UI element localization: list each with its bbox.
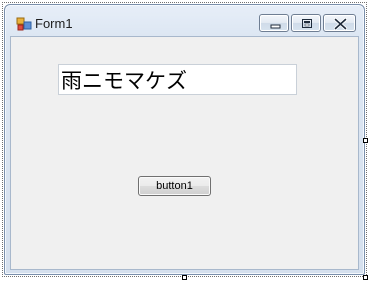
minimize-button[interactable] bbox=[259, 14, 289, 32]
minimize-icon bbox=[270, 24, 281, 29]
form-icon bbox=[16, 16, 32, 32]
title-bar[interactable]: Form1 bbox=[5, 5, 364, 35]
window-title: Form1 bbox=[35, 16, 73, 31]
button1[interactable]: button1 bbox=[138, 176, 211, 196]
close-icon bbox=[333, 17, 348, 31]
maximize-button[interactable] bbox=[291, 14, 321, 32]
resize-grip-right[interactable] bbox=[363, 138, 368, 143]
text-input[interactable] bbox=[58, 64, 297, 95]
close-button[interactable] bbox=[323, 14, 356, 32]
resize-grip-corner[interactable] bbox=[363, 275, 368, 280]
form-window: Form1 bbox=[4, 4, 365, 275]
resize-grip-bottom[interactable] bbox=[182, 275, 187, 280]
maximize-icon bbox=[302, 19, 312, 28]
